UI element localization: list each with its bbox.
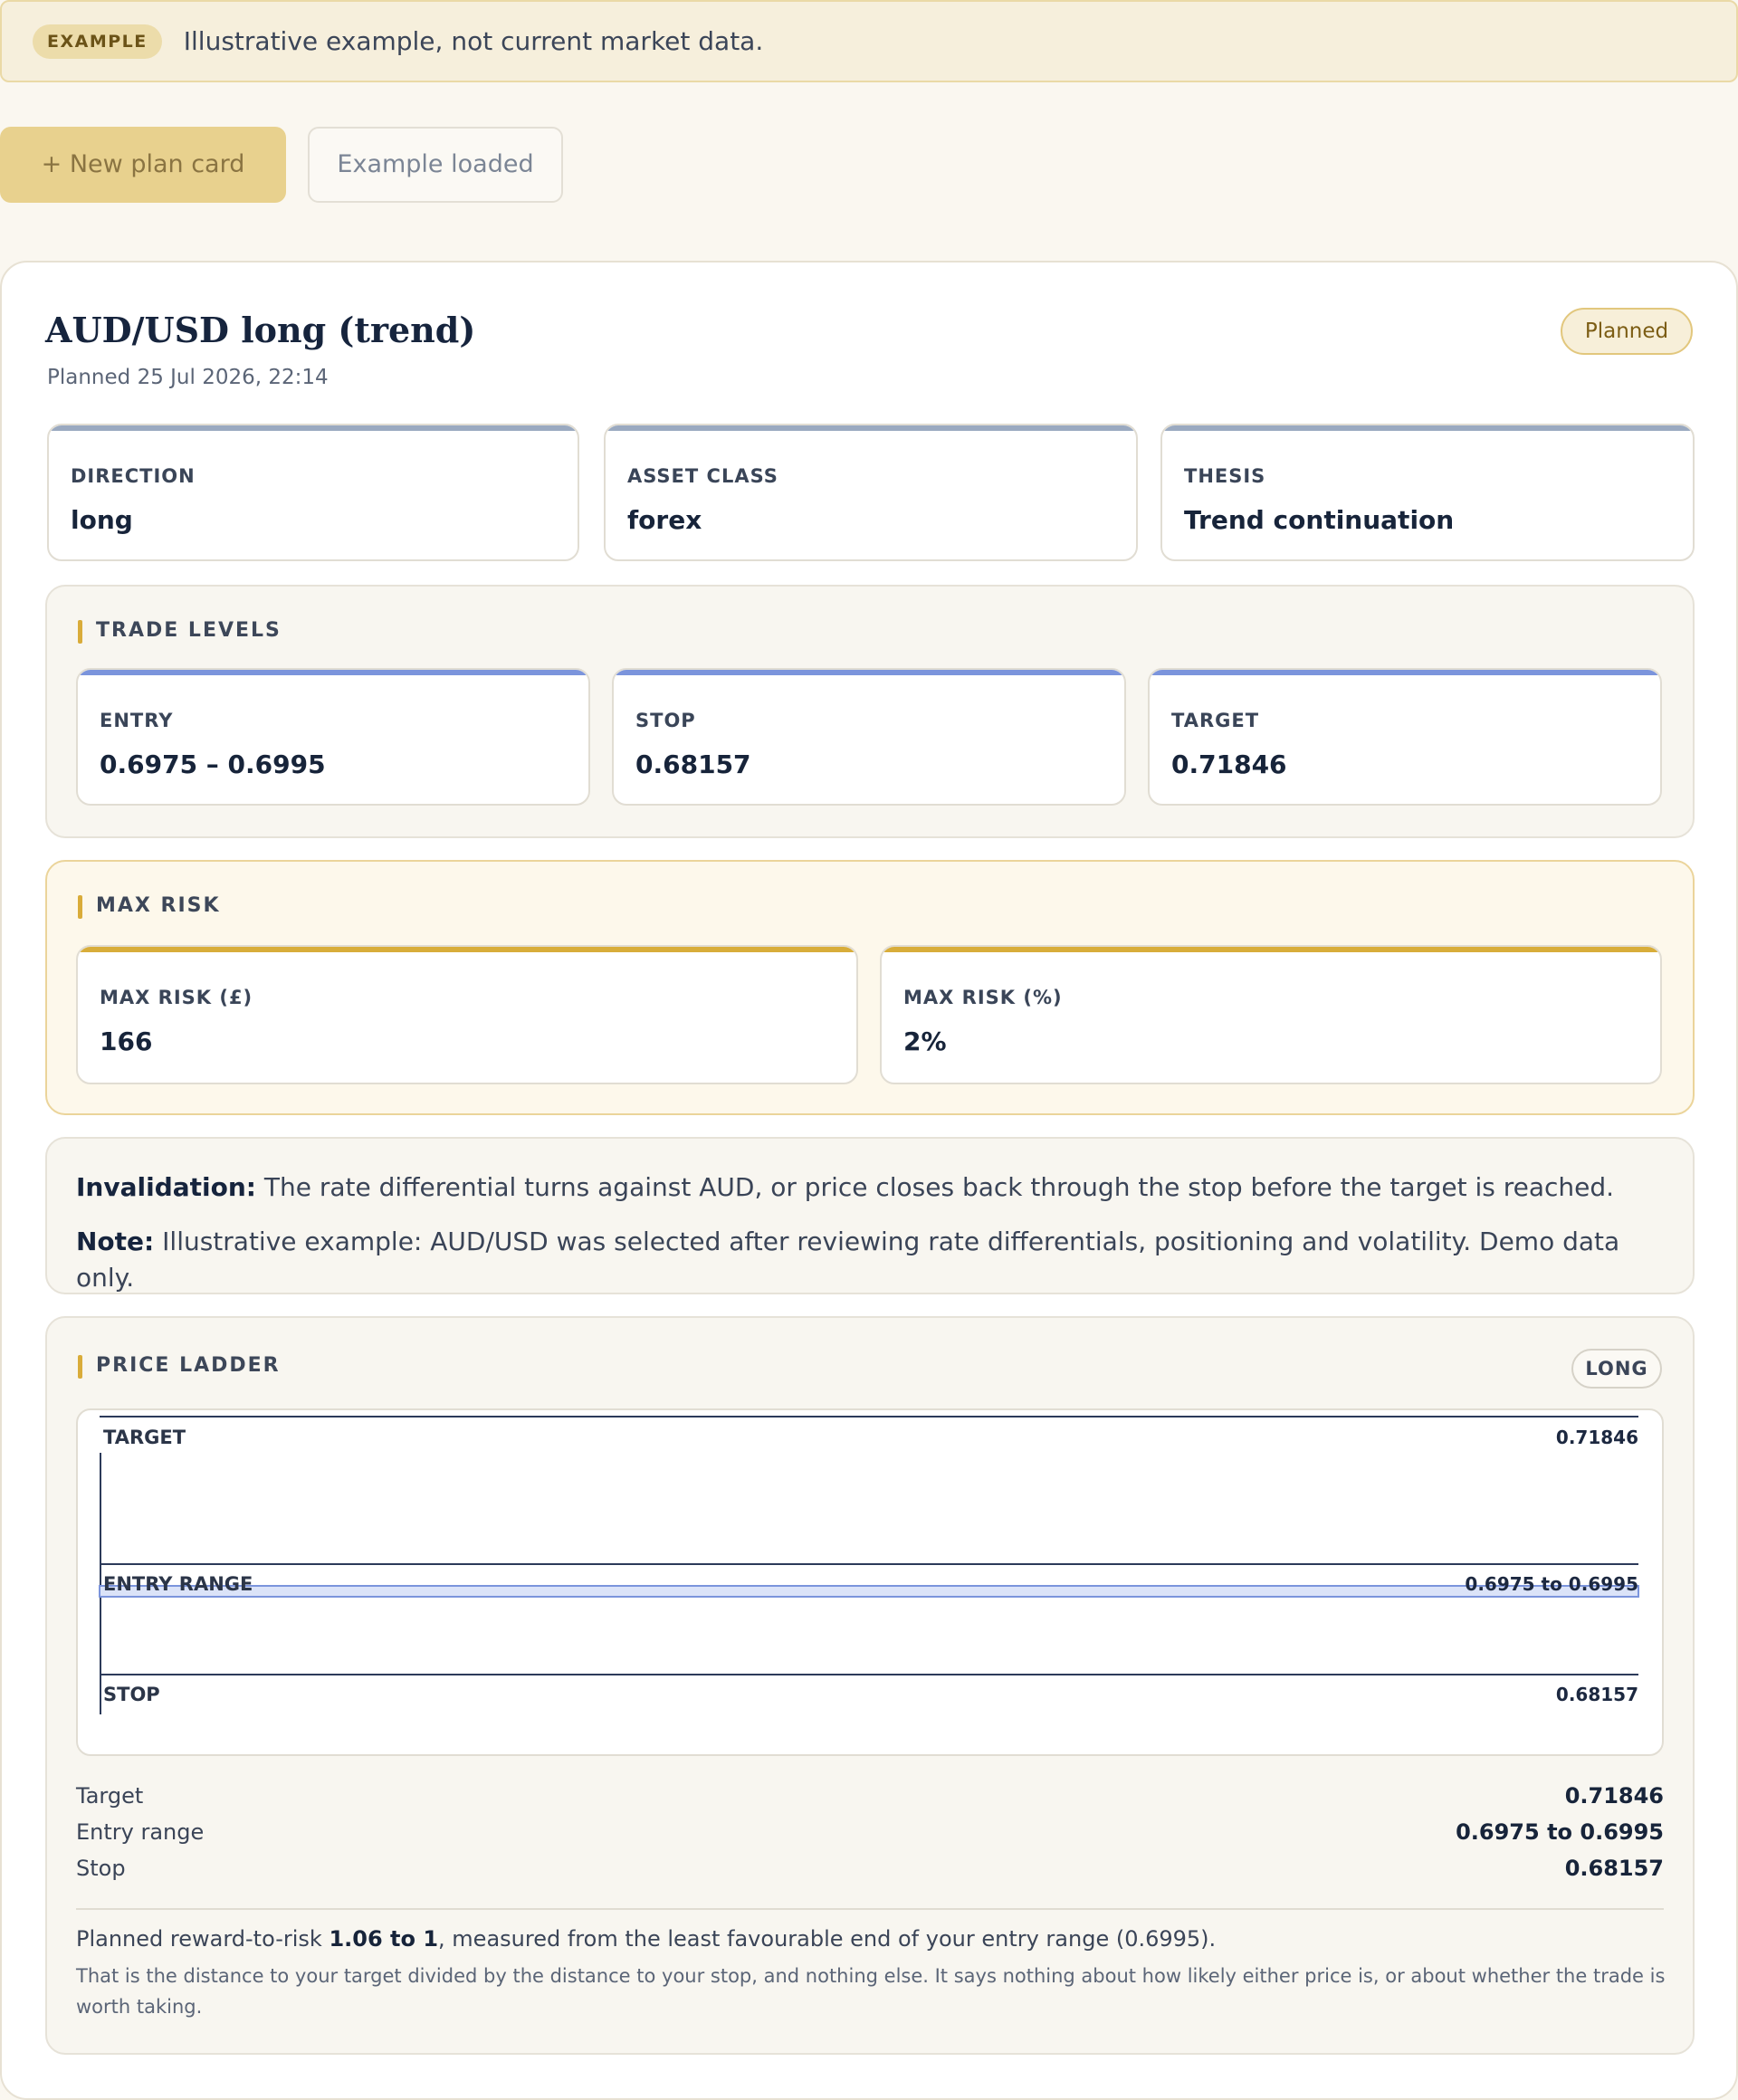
trade-levels-title: TRADE LEVELS — [78, 619, 282, 644]
direction-badge: LONG — [1571, 1349, 1662, 1389]
stop-tile: STOP 0.68157 — [612, 668, 1126, 806]
banner-text: Illustrative example, not current market… — [183, 26, 764, 56]
ladder-stop-value: 0.68157 — [1555, 1684, 1638, 1705]
max-risk-pct-tile: MAX RISK (%) 2% — [880, 945, 1662, 1084]
entry-tile: ENTRY 0.6975 – 0.6995 — [76, 668, 590, 806]
summary-divider — [76, 1908, 1664, 1910]
status-badge: Planned — [1561, 308, 1693, 355]
price-ladder-chart: TARGET 0.71846 ENTRY RANGE 0.6975 to 0.6… — [76, 1408, 1664, 1756]
example-loaded-button[interactable]: Example loaded — [308, 127, 563, 203]
new-plan-card-button[interactable]: + New plan card — [0, 127, 286, 203]
notes-panel: Invalidation: The rate differential turn… — [45, 1137, 1695, 1294]
thesis-tile: THESIS Trend continuation — [1160, 424, 1695, 561]
summary-row-stop: Stop 0.68157 — [76, 1856, 1664, 1881]
plan-title: AUD/USD long (trend) — [45, 310, 476, 350]
price-ladder-panel: PRICE LADDER LONG TARGET 0.71846 ENTRY R… — [45, 1316, 1695, 2055]
target-value: 0.71846 — [1171, 749, 1287, 779]
reward-risk-text: Planned reward-to-risk 1.06 to 1, measur… — [76, 1926, 1217, 1952]
ladder-entry-value: 0.6975 to 0.6995 — [1465, 1573, 1638, 1595]
direction-label: DIRECTION — [71, 465, 196, 487]
thesis-label: THESIS — [1184, 465, 1266, 487]
direction-tile: DIRECTION long — [47, 424, 579, 561]
thesis-value: Trend continuation — [1184, 505, 1455, 535]
max-risk-title: MAX RISK — [78, 894, 221, 919]
invalidation-text: Invalidation: The rate differential turn… — [76, 1172, 1615, 1202]
entry-label: ENTRY — [100, 710, 174, 731]
ladder-target-value: 0.71846 — [1555, 1427, 1638, 1448]
plan-timestamp: Planned 25 Jul 2026, 22:14 — [47, 366, 329, 389]
summary-row-target: Target 0.71846 — [76, 1783, 1664, 1809]
ladder-lines — [99, 1416, 1639, 1714]
entry-value: 0.6975 – 0.6995 — [100, 749, 326, 779]
max-risk-panel: MAX RISK MAX RISK (£) 166 MAX RISK (%) 2… — [45, 860, 1695, 1115]
price-ladder-title: PRICE LADDER — [78, 1354, 281, 1379]
max-risk-pct-value: 2% — [903, 1026, 947, 1056]
reward-risk-note: That is the distance to your target divi… — [76, 1965, 1666, 2018]
asset-class-tile: ASSET CLASS forex — [604, 424, 1138, 561]
max-risk-gbp-value: 166 — [100, 1026, 153, 1056]
target-label: TARGET — [1171, 710, 1260, 731]
stop-label: STOP — [635, 710, 696, 731]
direction-value: long — [71, 505, 133, 535]
plan-card: AUD/USD long (trend) Planned 25 Jul 2026… — [0, 261, 1738, 2100]
max-risk-pct-label: MAX RISK (%) — [903, 987, 1063, 1008]
asset-class-label: ASSET CLASS — [627, 465, 778, 487]
note-text: Note: Illustrative example: AUD/USD was … — [76, 1227, 1620, 1293]
max-risk-gbp-tile: MAX RISK (£) 166 — [76, 945, 858, 1084]
trade-levels-panel: TRADE LEVELS ENTRY 0.6975 – 0.6995 STOP … — [45, 585, 1695, 838]
asset-class-value: forex — [627, 505, 702, 535]
ladder-stop-label: STOP — [103, 1684, 160, 1705]
example-banner: EXAMPLE Illustrative example, not curren… — [0, 0, 1738, 82]
target-tile: TARGET 0.71846 — [1148, 668, 1662, 806]
stop-value: 0.68157 — [635, 749, 751, 779]
summary-row-entry: Entry range 0.6975 to 0.6995 — [76, 1819, 1664, 1845]
ladder-entry-label: ENTRY RANGE — [103, 1573, 253, 1595]
ladder-target-label: TARGET — [103, 1427, 186, 1448]
max-risk-gbp-label: MAX RISK (£) — [100, 987, 253, 1008]
example-badge: EXAMPLE — [33, 24, 162, 59]
